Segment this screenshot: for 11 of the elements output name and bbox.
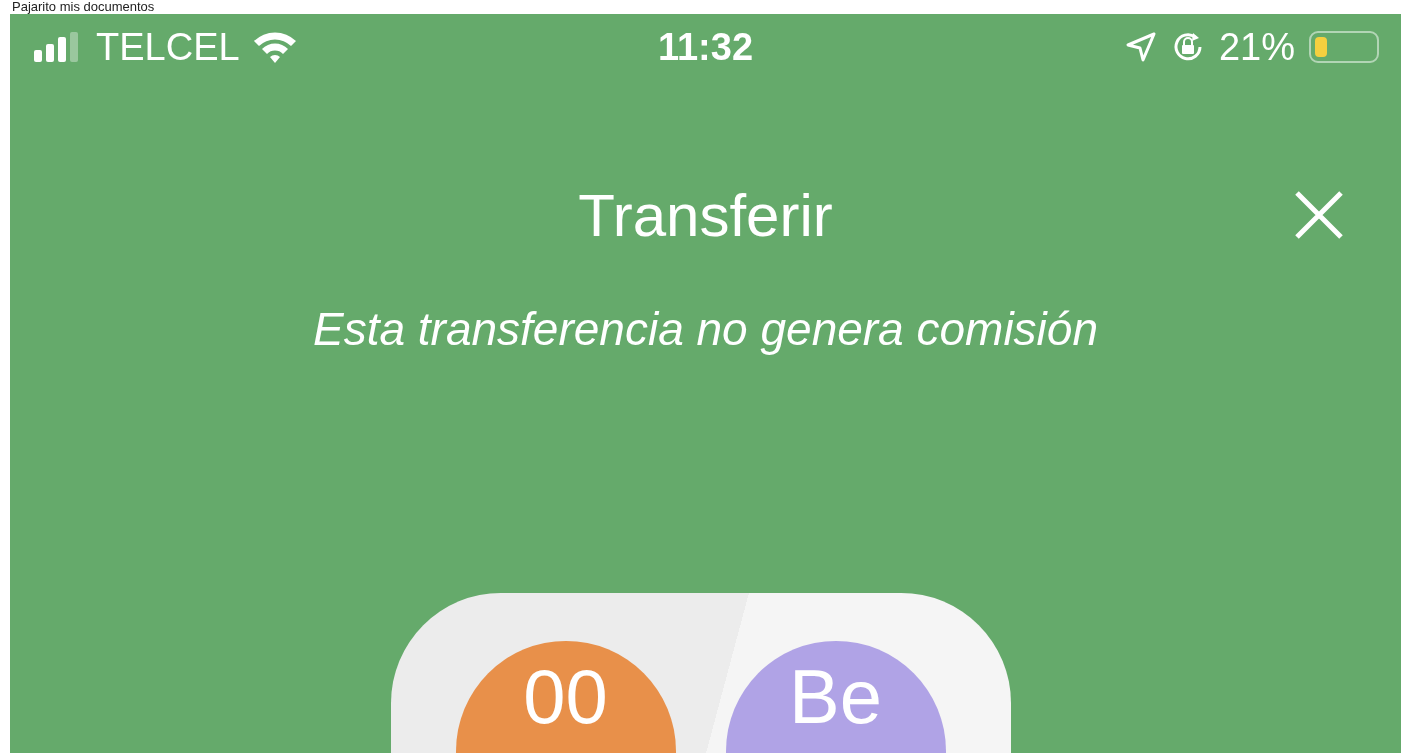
carrier-name: TELCEL bbox=[96, 25, 240, 69]
account-avatar[interactable]: Be bbox=[725, 641, 946, 753]
screen-title: Transferir bbox=[578, 180, 833, 250]
battery-icon bbox=[1309, 31, 1379, 63]
clock-time: 11:32 bbox=[657, 25, 754, 69]
commission-note: Esta transferencia no genera comisión bbox=[312, 302, 1099, 356]
account-avatar[interactable]: 00 bbox=[455, 641, 676, 753]
close-button[interactable] bbox=[1293, 189, 1345, 241]
battery-percent: 21% bbox=[1218, 25, 1295, 69]
caption-text: Pajarito mis documentos bbox=[11, 0, 156, 14]
location-arrow-icon bbox=[1124, 31, 1157, 63]
